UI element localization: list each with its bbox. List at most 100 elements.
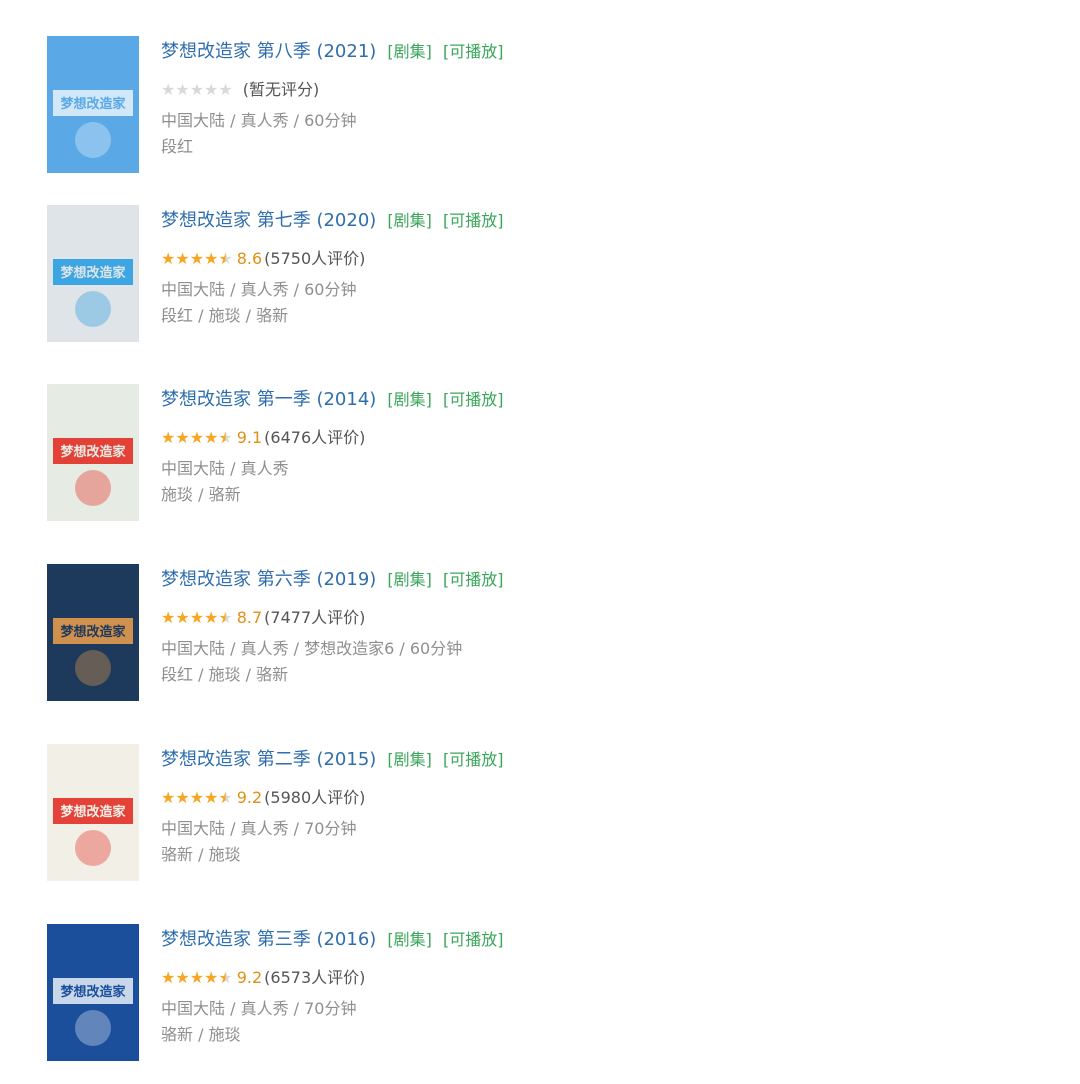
- poster-image[interactable]: 梦想改造家: [47, 744, 139, 881]
- star-icon: ★: [175, 428, 190, 447]
- star-icon: ★: [204, 428, 219, 447]
- rating-stars: ★★★★★: [161, 78, 233, 102]
- item-title-link[interactable]: 梦想改造家 第三季 (2016): [161, 929, 376, 950]
- category-tag: [剧集]: [387, 930, 432, 949]
- poster-image[interactable]: 梦想改造家: [47, 924, 139, 1061]
- item-title-link[interactable]: 梦想改造家 第二季 (2015): [161, 749, 376, 770]
- item-title-link[interactable]: 梦想改造家 第七季 (2020): [161, 210, 376, 231]
- rating-score: 9.1: [236, 428, 263, 447]
- rating-votes: (7477人评价): [264, 608, 366, 627]
- item-cast: 段红: [161, 137, 194, 156]
- rating-score: 8.6: [236, 249, 263, 268]
- category-tag: [剧集]: [387, 750, 432, 769]
- item-title-link[interactable]: 梦想改造家 第一季 (2014): [161, 389, 376, 410]
- rating-stars: ★★★★★: [161, 426, 233, 450]
- poster-art: 梦想改造家: [47, 36, 139, 173]
- item-info: 梦想改造家 第二季 (2015) [剧集] [可播放] ★★★★★ 9.2 (598…: [161, 744, 1041, 868]
- item-cast: 段红 / 施琰 / 骆新: [161, 665, 289, 684]
- poster-logo-text: 梦想改造家: [60, 984, 126, 1000]
- playable-tag[interactable]: [可播放]: [443, 211, 504, 230]
- star-icon: ★: [175, 608, 190, 627]
- rating-score: 9.2: [236, 788, 263, 807]
- item-cast: 骆新 / 施琰: [161, 1025, 241, 1044]
- item-cast: 段红 / 施琰 / 骆新: [161, 306, 289, 325]
- category-tag: [剧集]: [387, 42, 432, 61]
- star-icon: ★: [189, 428, 205, 447]
- rating-row: ★★★★★ 8.7 (7477人评价): [161, 606, 1041, 630]
- rating-row: ★★★★★ 9.2 (6573人评价): [161, 966, 1041, 990]
- poster-image[interactable]: 梦想改造家: [47, 384, 139, 521]
- playable-tag[interactable]: [可播放]: [443, 42, 504, 61]
- category-tag: [剧集]: [387, 390, 432, 409]
- item-info: 梦想改造家 第三季 (2016) [剧集] [可播放] ★★★★★ 9.2 (657…: [161, 924, 1041, 1048]
- star-icon: ★: [218, 968, 233, 987]
- item-meta: 中国大陆 / 真人秀 / 70分钟: [161, 819, 357, 838]
- poster-image[interactable]: 梦想改造家: [47, 564, 139, 701]
- rating-row: ★★★★★ (暂无评分): [161, 78, 1041, 102]
- star-icon: ★: [189, 80, 205, 99]
- star-icon: ★: [204, 80, 219, 99]
- poster-art: 梦想改造家: [47, 205, 139, 342]
- poster-art: 梦想改造家: [47, 384, 139, 521]
- item-cast: 施琰 / 骆新: [161, 485, 241, 504]
- playable-tag[interactable]: [可播放]: [443, 570, 504, 589]
- star-icon: ★: [175, 968, 190, 987]
- playable-tag[interactable]: [可播放]: [443, 390, 504, 409]
- rating-stars: ★★★★★: [161, 786, 233, 810]
- item-title-link[interactable]: 梦想改造家 第八季 (2021): [161, 41, 376, 62]
- star-icon: ★: [189, 608, 205, 627]
- star-icon: ★: [204, 788, 219, 807]
- poster-logo-text: 梦想改造家: [60, 96, 126, 112]
- category-tag: [剧集]: [387, 211, 432, 230]
- rating-votes: (5750人评价): [264, 249, 366, 268]
- item-meta: 中国大陆 / 真人秀: [161, 459, 289, 478]
- list-item: 梦想改造家 梦想改造家 第八季 (2021) [剧集] [可播放] ★★★★★(…: [0, 36, 1080, 196]
- star-icon: ★: [189, 968, 205, 987]
- item-title-link[interactable]: 梦想改造家 第六季 (2019): [161, 569, 376, 590]
- star-icon: ★: [161, 608, 176, 627]
- item-meta: 中国大陆 / 真人秀 / 梦想改造家6 / 60分钟: [161, 639, 463, 658]
- list-item: 梦想改造家 梦想改造家 第七季 (2020) [剧集] [可播放] ★★★★★ 8…: [0, 205, 1080, 365]
- star-icon: ★: [189, 788, 205, 807]
- star-icon: ★: [218, 608, 233, 627]
- rating-score: 8.7: [236, 608, 263, 627]
- item-meta: 中国大陆 / 真人秀 / 60分钟: [161, 280, 357, 299]
- item-info: 梦想改造家 第六季 (2019) [剧集] [可播放] ★★★★★ 8.7 (747…: [161, 564, 1041, 688]
- list-item: 梦想改造家 梦想改造家 第三季 (2016) [剧集] [可播放] ★★★★★ 9…: [0, 924, 1080, 1084]
- star-icon: ★: [218, 80, 233, 99]
- playable-tag[interactable]: [可播放]: [443, 750, 504, 769]
- poster-art: 梦想改造家: [47, 564, 139, 701]
- poster-art: 梦想改造家: [47, 744, 139, 881]
- star-icon: ★: [218, 428, 233, 447]
- rating-row: ★★★★★ 9.1 (6476人评价): [161, 426, 1041, 450]
- poster-image[interactable]: 梦想改造家: [47, 205, 139, 342]
- item-meta: 中国大陆 / 真人秀 / 70分钟: [161, 999, 357, 1018]
- rating-score: 9.2: [236, 968, 263, 987]
- star-icon: ★: [189, 249, 205, 268]
- list-item: 梦想改造家 梦想改造家 第六季 (2019) [剧集] [可播放] ★★★★★ 8…: [0, 564, 1080, 724]
- rating-votes: (6476人评价): [264, 428, 366, 447]
- star-icon: ★: [204, 608, 219, 627]
- item-info: 梦想改造家 第七季 (2020) [剧集] [可播放] ★★★★★ 8.6 (575…: [161, 205, 1041, 329]
- rating-votes: (5980人评价): [264, 788, 366, 807]
- star-icon: ★: [161, 249, 176, 268]
- playable-tag[interactable]: [可播放]: [443, 930, 504, 949]
- star-icon: ★: [218, 249, 233, 268]
- poster-logo-text: 梦想改造家: [60, 444, 126, 460]
- rating-votes: (6573人评价): [264, 968, 366, 987]
- item-info: 梦想改造家 第八季 (2021) [剧集] [可播放] ★★★★★ (暂无评分) …: [161, 36, 1041, 160]
- star-icon: ★: [204, 968, 219, 987]
- star-icon: ★: [204, 249, 219, 268]
- star-icon: ★: [175, 80, 190, 99]
- item-meta: 中国大陆 / 真人秀 / 60分钟: [161, 111, 357, 130]
- item-cast: 骆新 / 施琰: [161, 845, 241, 864]
- star-icon: ★: [161, 968, 176, 987]
- rating-votes: (暂无评分): [242, 80, 320, 99]
- rating-row: ★★★★★ 8.6 (5750人评价): [161, 247, 1041, 271]
- category-tag: [剧集]: [387, 570, 432, 589]
- star-icon: ★: [161, 80, 176, 99]
- poster-image[interactable]: 梦想改造家: [47, 36, 139, 173]
- star-icon: ★: [161, 788, 176, 807]
- star-icon: ★: [175, 788, 190, 807]
- rating-row: ★★★★★ 9.2 (5980人评价): [161, 786, 1041, 810]
